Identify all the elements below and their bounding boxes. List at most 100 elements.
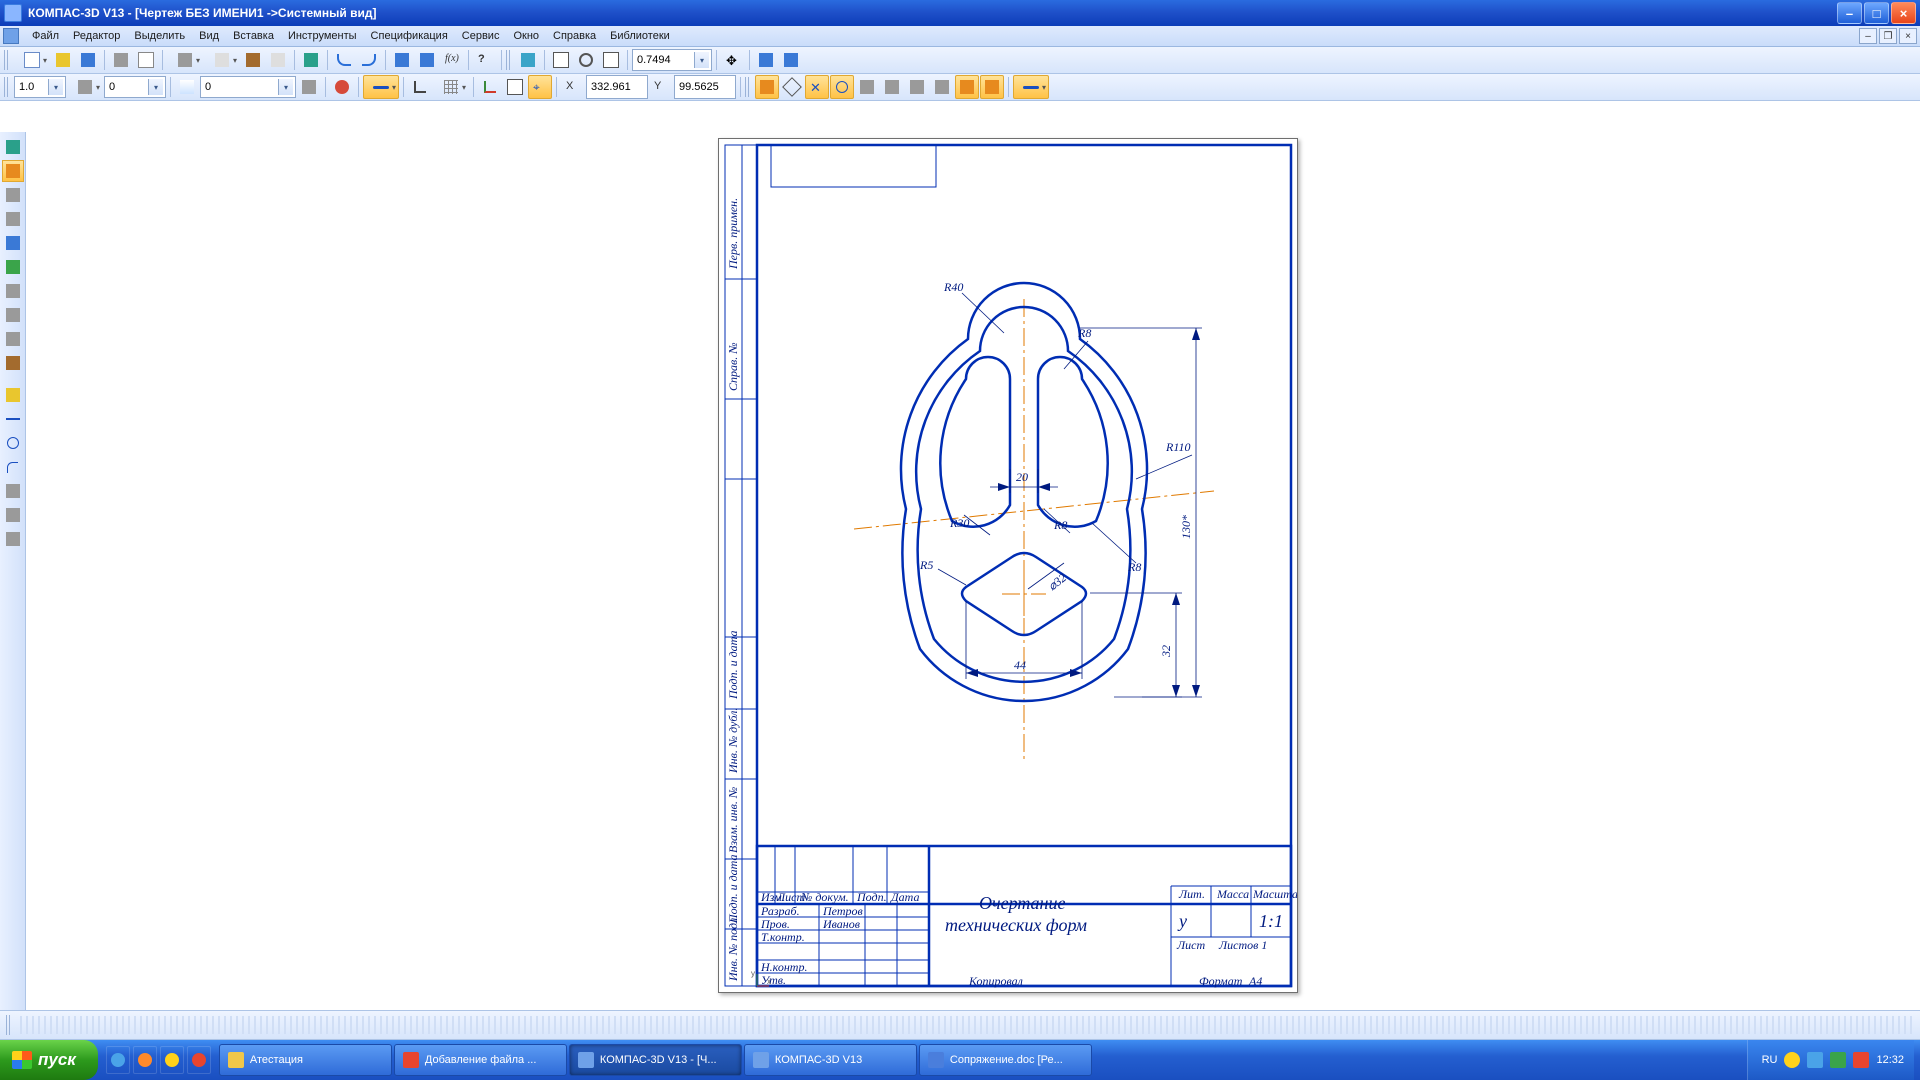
cut-button[interactable] bbox=[167, 48, 203, 72]
tool-raddim[interactable] bbox=[2, 456, 24, 478]
menu-help[interactable]: Справка bbox=[546, 28, 603, 44]
tool-lindim[interactable] bbox=[2, 408, 24, 430]
tray-icon[interactable] bbox=[1807, 1052, 1823, 1068]
zoom-window-button[interactable] bbox=[549, 48, 573, 72]
mdi-restore[interactable]: ❐ bbox=[1879, 28, 1897, 44]
clock[interactable]: 12:32 bbox=[1876, 1054, 1904, 1066]
tool-diamdim[interactable] bbox=[2, 432, 24, 454]
measure-tab[interactable] bbox=[2, 256, 24, 278]
zoom-in-button[interactable] bbox=[574, 48, 598, 72]
toolbar-handle[interactable] bbox=[745, 77, 751, 97]
menu-select[interactable]: Выделить bbox=[127, 28, 192, 44]
menu-edit[interactable]: Редактор bbox=[66, 28, 127, 44]
edit-tab[interactable] bbox=[2, 208, 24, 230]
task-button[interactable]: Добавление файла ... bbox=[394, 1044, 567, 1076]
tool-autodim[interactable] bbox=[2, 384, 24, 406]
maximize-button[interactable]: □ bbox=[1864, 2, 1889, 24]
insert-tab[interactable] bbox=[2, 352, 24, 374]
tool-heightdim[interactable] bbox=[2, 528, 24, 550]
close-button[interactable]: × bbox=[1891, 2, 1916, 24]
menu-view[interactable]: Вид bbox=[192, 28, 226, 44]
views-button[interactable] bbox=[754, 48, 778, 72]
dimensions-tab[interactable] bbox=[2, 160, 24, 182]
toolbar-handle[interactable] bbox=[4, 77, 10, 97]
paste-button[interactable] bbox=[241, 48, 265, 72]
coord-y[interactable]: 99.5625 bbox=[674, 75, 736, 99]
linestyle-button[interactable] bbox=[363, 75, 399, 99]
ortho-button[interactable] bbox=[408, 75, 432, 99]
layers-button[interactable] bbox=[779, 48, 803, 72]
snap-int-button[interactable]: ✕ bbox=[805, 75, 829, 99]
manager-button[interactable] bbox=[390, 48, 414, 72]
mdi-close[interactable]: × bbox=[1899, 28, 1917, 44]
pan-button[interactable]: ✥ bbox=[721, 48, 745, 72]
grid-button[interactable] bbox=[433, 75, 469, 99]
minimize-button[interactable]: – bbox=[1837, 2, 1862, 24]
layer-state-button[interactable] bbox=[175, 75, 199, 99]
snap-end-button[interactable] bbox=[755, 75, 779, 99]
menu-file[interactable]: Файл bbox=[25, 28, 66, 44]
drawing-canvas[interactable]: Перв. примен. Справ. № Подп. и дата Инв.… bbox=[26, 132, 1920, 1012]
snap-point-button[interactable] bbox=[955, 75, 979, 99]
redo-button[interactable] bbox=[357, 48, 381, 72]
task-button[interactable]: Сопряжение.doc [Ре... bbox=[919, 1044, 1092, 1076]
snap-tan-button[interactable] bbox=[855, 75, 879, 99]
mdi-minimize[interactable]: – bbox=[1859, 28, 1877, 44]
menu-tools[interactable]: Инструменты bbox=[281, 28, 364, 44]
menu-libs[interactable]: Библиотеки bbox=[603, 28, 677, 44]
notation-tab[interactable] bbox=[2, 184, 24, 206]
menu-service[interactable]: Сервис bbox=[455, 28, 507, 44]
undo-button[interactable] bbox=[332, 48, 356, 72]
snap-nor-button[interactable] bbox=[880, 75, 904, 99]
stop-button[interactable] bbox=[330, 75, 354, 99]
copy-button[interactable] bbox=[204, 48, 240, 72]
menu-insert[interactable]: Вставка bbox=[226, 28, 281, 44]
tool-angdim[interactable] bbox=[2, 480, 24, 502]
copy-props-button[interactable] bbox=[266, 48, 290, 72]
zoom-combo[interactable]: 0.7494▾ bbox=[632, 49, 712, 71]
toolbar-handle[interactable] bbox=[4, 50, 10, 70]
step-settings[interactable] bbox=[67, 75, 103, 99]
document-icon[interactable] bbox=[3, 28, 19, 44]
tool-arcdim[interactable] bbox=[2, 504, 24, 526]
snap-button[interactable]: ⌖ bbox=[528, 75, 552, 99]
start-button[interactable]: пуск bbox=[0, 1040, 98, 1080]
ql-browser2[interactable] bbox=[160, 1046, 184, 1074]
tray-icon[interactable] bbox=[1853, 1052, 1869, 1068]
select-tab[interactable] bbox=[2, 280, 24, 302]
snap-mid-button[interactable] bbox=[780, 75, 804, 99]
preview-button[interactable] bbox=[134, 48, 158, 72]
fx-button[interactable]: f(x) bbox=[440, 48, 464, 72]
snap-cen-button[interactable] bbox=[830, 75, 854, 99]
vars-button[interactable] bbox=[415, 48, 439, 72]
task-button[interactable]: КОМПАС-3D V13 - [Ч... bbox=[569, 1044, 742, 1076]
snap-ext-button[interactable] bbox=[980, 75, 1004, 99]
menu-window[interactable]: Окно bbox=[506, 28, 546, 44]
open-button[interactable] bbox=[51, 48, 75, 72]
lcs-button[interactable] bbox=[478, 75, 502, 99]
style-settings[interactable] bbox=[297, 75, 321, 99]
style-combo[interactable]: 0▾ bbox=[200, 76, 296, 98]
snap-settings-button[interactable] bbox=[1013, 75, 1049, 99]
propbar-area[interactable] bbox=[20, 1016, 1914, 1034]
params-tab[interactable] bbox=[2, 232, 24, 254]
whatsthis-button[interactable]: ? bbox=[473, 48, 497, 72]
save-button[interactable] bbox=[76, 48, 100, 72]
task-button[interactable]: КОМПАС-3D V13 bbox=[744, 1044, 917, 1076]
step-combo[interactable]: 1.0▾ bbox=[14, 76, 66, 98]
print-button[interactable] bbox=[109, 48, 133, 72]
ql-browser1[interactable] bbox=[133, 1046, 157, 1074]
toolbar-handle[interactable] bbox=[506, 50, 512, 70]
task-button[interactable]: Атестация bbox=[219, 1044, 392, 1076]
ql-desktop[interactable] bbox=[106, 1046, 130, 1074]
snap-grid-button[interactable] bbox=[930, 75, 954, 99]
lang-indicator[interactable]: RU bbox=[1762, 1054, 1778, 1066]
zoom-fit-button[interactable] bbox=[599, 48, 623, 72]
tray-icon[interactable] bbox=[1784, 1052, 1800, 1068]
round-button[interactable] bbox=[503, 75, 527, 99]
geometry-tab[interactable] bbox=[2, 136, 24, 158]
report-tab[interactable] bbox=[2, 328, 24, 350]
properties-button[interactable] bbox=[299, 48, 323, 72]
menu-spec[interactable]: Спецификация bbox=[364, 28, 455, 44]
ql-browser3[interactable] bbox=[187, 1046, 211, 1074]
